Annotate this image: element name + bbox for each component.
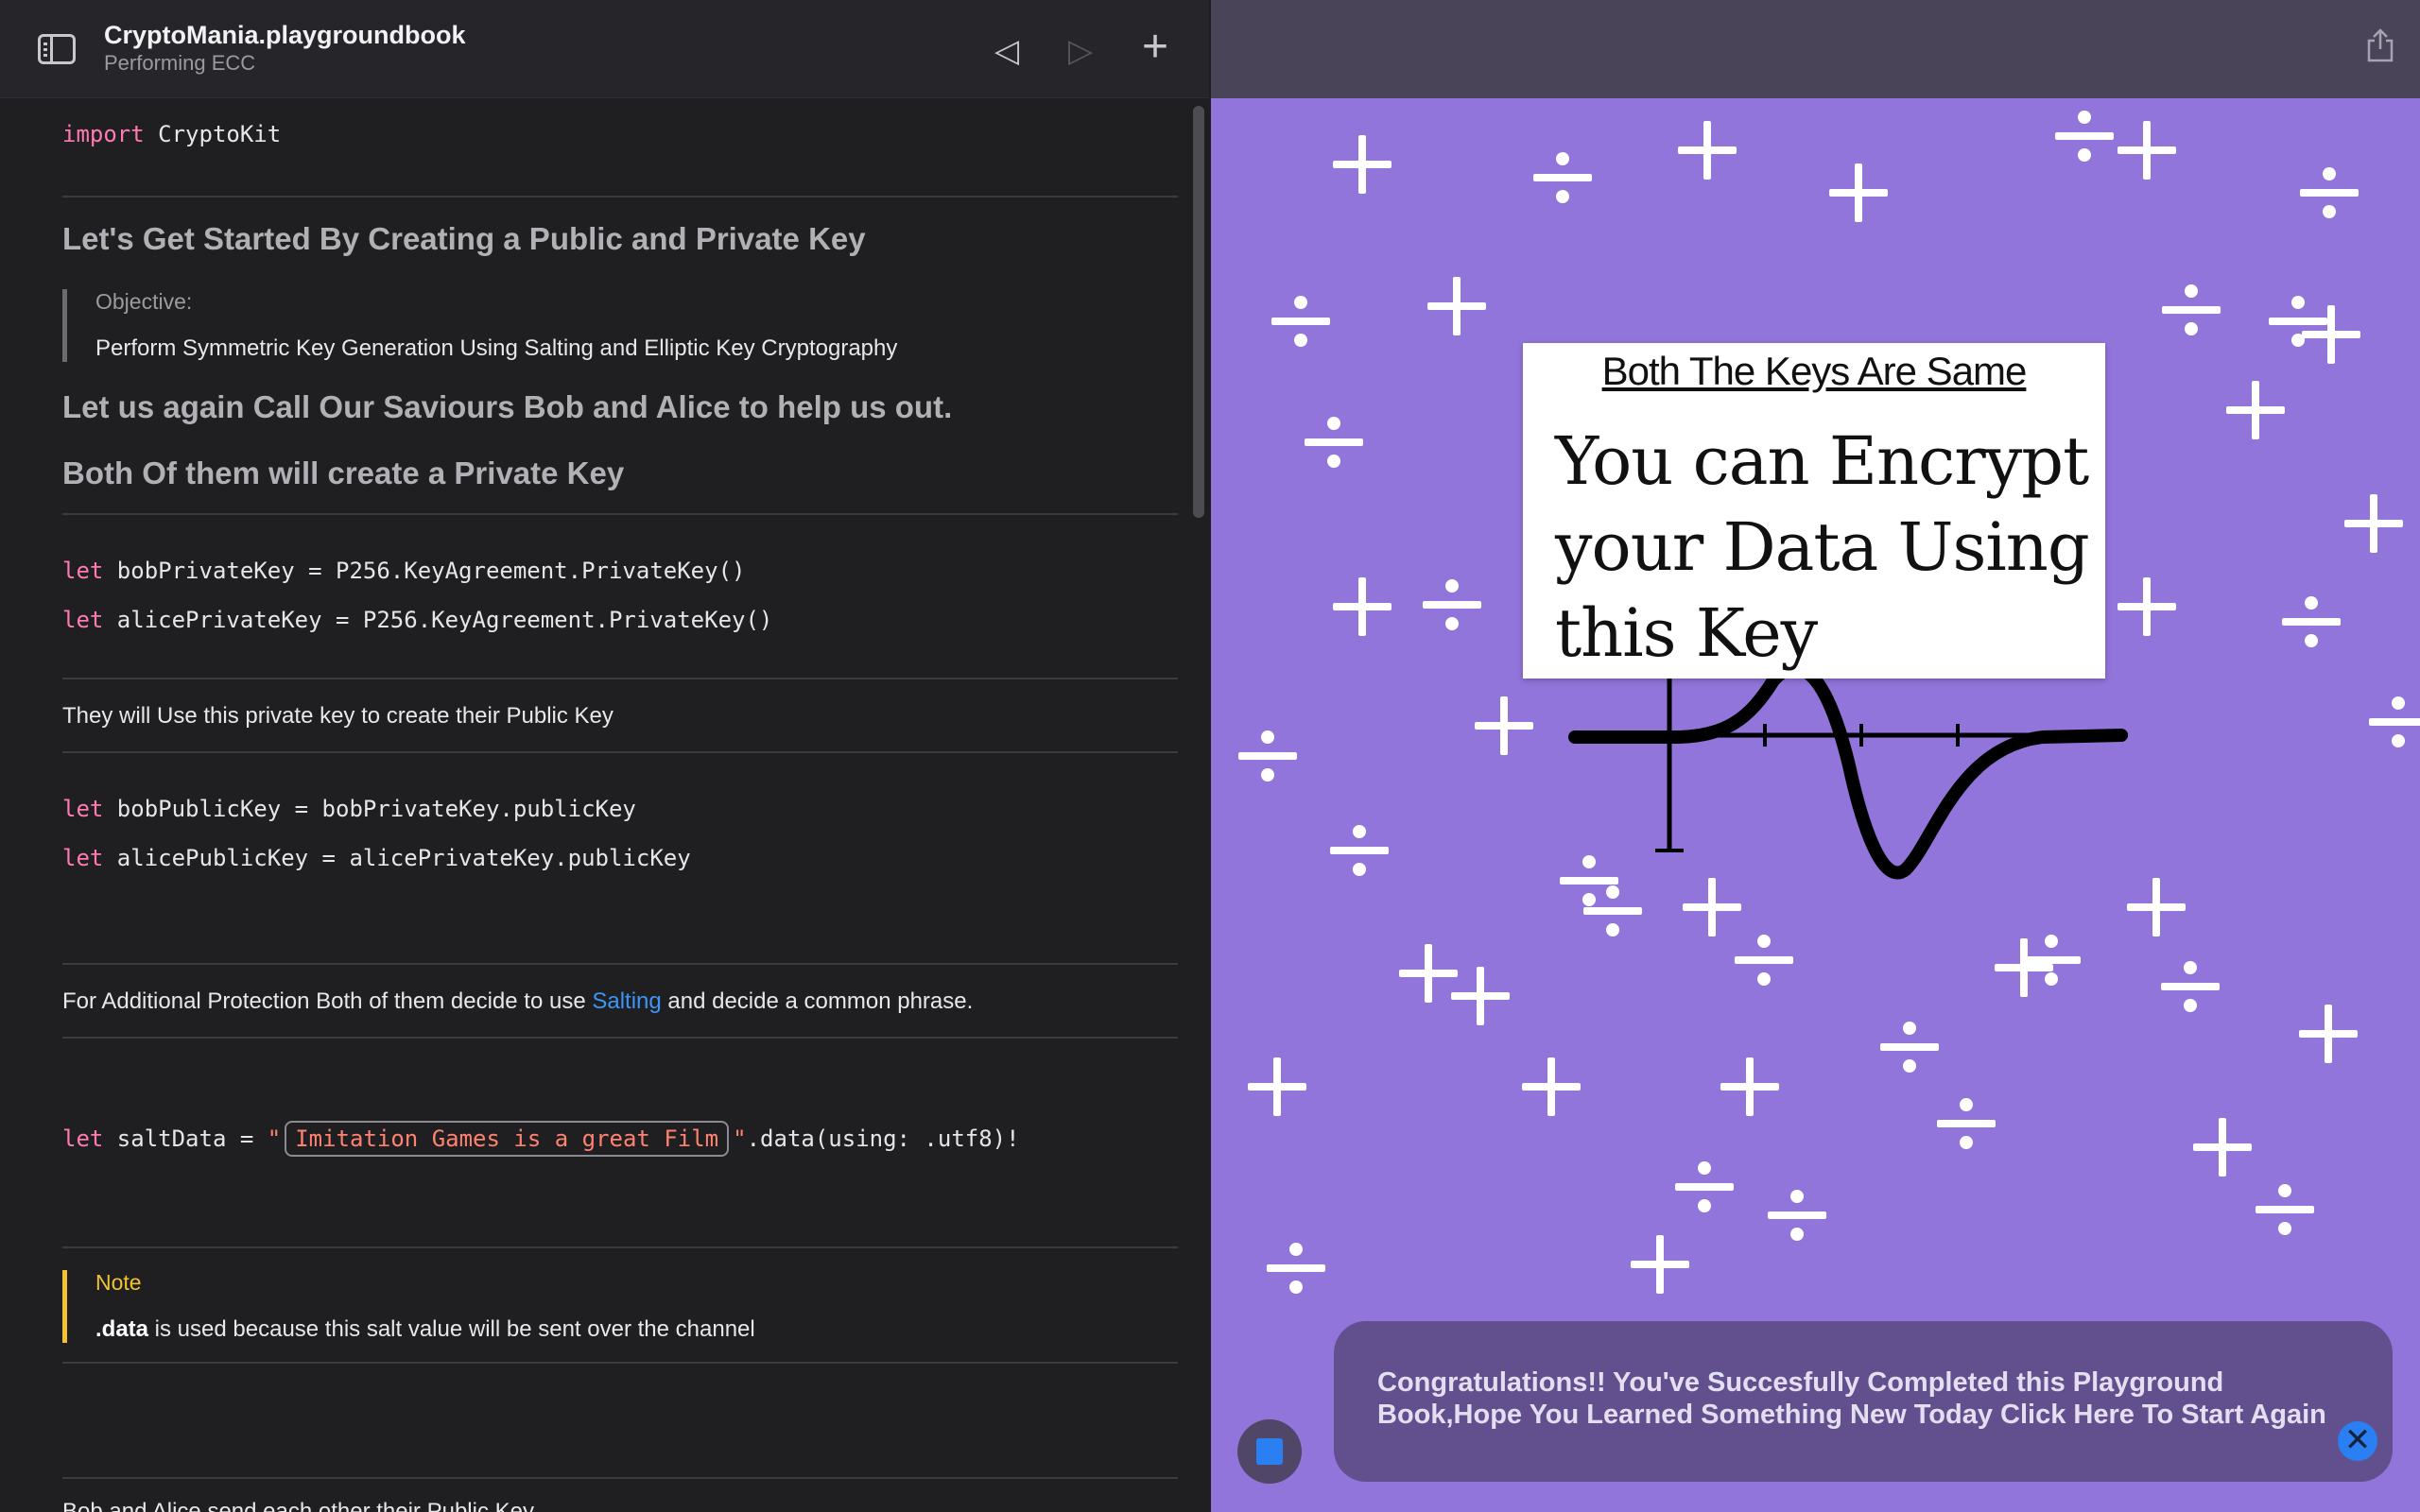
code-text: bobPublicKey = bobPrivateKey.publicKey [103,796,636,822]
objective-callout: Objective: Perform Symmetric Key Generat… [62,289,897,362]
plus-icon[interactable]: + [1142,25,1168,70]
prose-salting: For Additional Protection Both of them d… [62,988,973,1015]
section-heading: Let's Get Started By Creating a Public a… [62,221,866,256]
code-line-salt[interactable]: let saltData = " Imitation Games is a gre… [62,1121,1020,1157]
prose-text: and decide a common phrase. [661,988,974,1014]
string-quote: " [733,1125,747,1152]
code-line-import[interactable]: import CryptoKit [62,121,281,147]
divider [62,678,1178,679]
note-text: is used because this salt value will be … [148,1316,755,1342]
code-editor-pane: CryptoMania.playgroundbook Performing EC… [0,0,1209,1512]
section-heading: Let us again Call Our Saviours Bob and A… [62,389,953,424]
divider [62,513,1178,515]
book-title: CryptoMania.playgroundbook [104,21,466,49]
divider [62,963,1178,965]
divider [62,1037,1178,1039]
live-view-toolbar [1211,0,2420,98]
share-icon[interactable] [2366,28,2394,62]
keyword: let [62,558,104,584]
code-line-alice-public[interactable]: let alicePublicKey = alicePrivateKey.pub… [62,845,691,871]
editable-string-placeholder[interactable]: Imitation Games is a great Film [285,1121,730,1157]
objective-title: Objective: [95,289,193,314]
code-line-bob-public[interactable]: let bobPublicKey = bobPrivateKey.publicK… [62,796,636,822]
key-result-card: Both The Keys Are Same You can Encrypt y… [1523,343,2105,679]
keyword: import [62,121,145,147]
code-text: alicePublicKey = alicePrivateKey.publicK… [103,845,691,871]
keyword: let [62,607,104,633]
prose-text: For Additional Protection Both of them d… [62,988,593,1014]
string-quote: " [267,1125,282,1152]
code-line-alice-private[interactable]: let alicePrivateKey = P256.KeyAgreement.… [62,607,772,633]
code-line-bob-private[interactable]: let bobPrivateKey = P256.KeyAgreement.Pr… [62,558,745,584]
editor-scrollbar[interactable] [1193,106,1204,518]
page-subtitle: Performing ECC [104,51,256,75]
live-view-pane[interactable]: Both The Keys Are Same You can Encrypt y… [1211,0,2420,1512]
card-message: You can Encrypt your Data Using this Key [1555,422,2090,672]
divider [62,196,1178,198]
salting-link[interactable]: Salting [592,988,661,1014]
editor-toolbar: CryptoMania.playgroundbook Performing EC… [0,0,1209,98]
prose-text: Bob and Alice send each other their Publ… [62,1499,534,1512]
divider [62,1477,1178,1479]
keyword: let [62,845,104,871]
stop-icon[interactable] [1237,1419,1302,1484]
editor-content[interactable]: import CryptoKit Let's Get Started By Cr… [0,100,1209,1512]
triangle-left-icon[interactable]: ◁ [994,32,1019,70]
module-name: CryptoKit [158,121,282,147]
code-text: saltData = [103,1125,268,1152]
close-icon[interactable]: ✕ [2338,1421,2377,1461]
code-text: .data(using: .utf8)! [746,1125,1020,1152]
code-text: bobPrivateKey = P256.KeyAgreement.Privat… [103,558,746,584]
completion-toast[interactable]: Congratulations!! You've Succesfully Com… [1334,1321,2393,1482]
divider [62,1246,1178,1248]
divider [62,751,1178,753]
sidebar-toggle-icon[interactable] [38,34,76,64]
keyword: let [62,1125,104,1152]
note-callout: Note .data is used because this salt val… [62,1270,755,1343]
note-title: Note [95,1270,142,1295]
card-caption: Both The Keys Are Same [1601,349,2028,393]
note-body: .data is used because this salt value wi… [95,1316,755,1343]
toast-message[interactable]: Congratulations!! You've Succesfully Com… [1377,1366,2351,1431]
prose-text: They will Use this private key to create… [62,703,614,729]
function-graph [1568,662,2128,880]
objective-body: Perform Symmetric Key Generation Using S… [95,335,898,361]
triangle-right-icon[interactable]: ▷ [1068,32,1093,70]
code-text: alicePrivateKey = P256.KeyAgreement.Priv… [103,607,773,633]
section-heading: Both Of them will create a Private Key [62,455,625,490]
divider [62,1362,1178,1364]
note-code: .data [95,1316,149,1342]
keyword: let [62,796,104,822]
